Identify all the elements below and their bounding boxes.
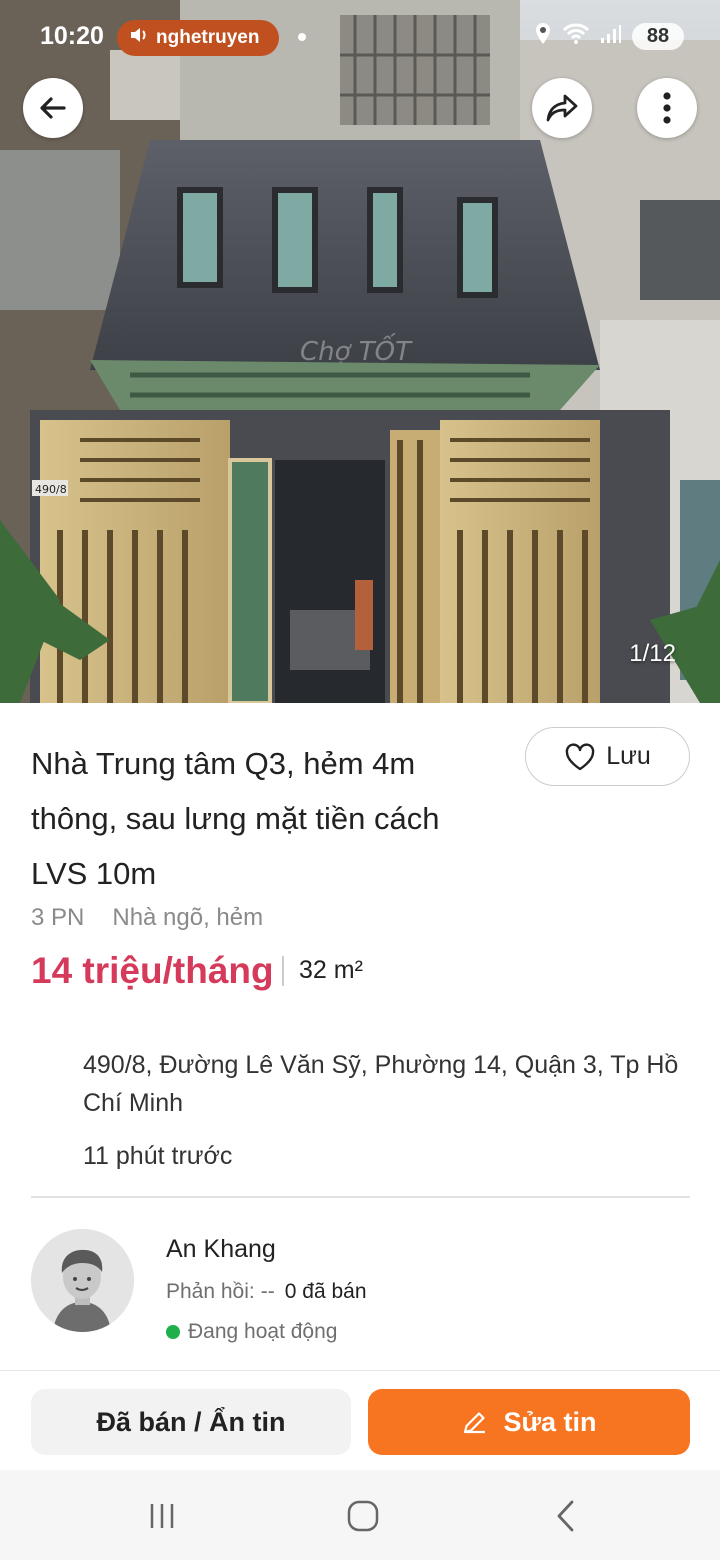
recents-icon — [150, 1504, 174, 1528]
user-avatar-icon — [31, 1229, 134, 1332]
recent-apps-button[interactable] — [142, 1498, 182, 1534]
house-number-plate: 490/8 — [35, 483, 67, 496]
edit-label: Sửa tin — [503, 1406, 597, 1437]
price: 14 triệu/tháng — [31, 950, 274, 991]
sold-count: 0 đã bán — [284, 1280, 367, 1303]
media-app-name: nghetruyen — [156, 27, 260, 48]
pencil-icon — [464, 1412, 486, 1434]
back-button[interactable] — [23, 78, 83, 138]
back-nav-button[interactable] — [546, 1498, 586, 1534]
location-icon — [534, 22, 552, 51]
title-line: thông, sau lưng mặt tiền cách — [31, 801, 440, 836]
share-icon — [546, 94, 578, 122]
address-line: 490/8, Đường Lê Văn Sỹ, Phường 14, Quận … — [83, 1051, 679, 1079]
home-icon — [347, 1500, 379, 1532]
title-line: LVS 10m — [31, 856, 157, 891]
more-vertical-icon — [663, 92, 671, 124]
media-indicator[interactable]: nghetruyen — [117, 20, 279, 56]
chevron-left-icon — [557, 1500, 574, 1532]
battery-indicator: 88 — [632, 23, 684, 50]
save-button[interactable]: Lưu — [525, 727, 690, 786]
save-label: Lưu — [606, 742, 651, 770]
more-options-button[interactable] — [637, 78, 697, 138]
wifi-icon — [562, 23, 590, 50]
seller-name[interactable]: An Khang — [166, 1235, 276, 1264]
status-icons: 88 — [534, 22, 684, 51]
house-photo: Chợ TỐT 490/8 — [0, 0, 720, 703]
hide-listing-button[interactable]: Đã bán / Ẩn tin — [31, 1389, 351, 1455]
signal-icon — [600, 24, 622, 49]
share-button[interactable] — [532, 78, 592, 138]
watermark-text: Chợ TỐT — [300, 332, 413, 367]
address-line: Chí Minh — [83, 1089, 184, 1117]
status-text: Đang hoạt động — [188, 1320, 338, 1343]
speaker-icon — [129, 26, 149, 50]
notification-dot-icon — [298, 33, 306, 41]
system-nav-bar — [0, 1470, 720, 1560]
address[interactable]: 490/8, Đường Lê Văn Sỹ, Phường 14, Quận … — [83, 1046, 693, 1122]
edit-listing-button[interactable]: Sửa tin — [368, 1389, 690, 1455]
area: 32 m² — [299, 956, 363, 984]
home-button[interactable] — [343, 1498, 383, 1534]
arrow-left-icon — [40, 97, 66, 119]
divider — [31, 1196, 690, 1198]
image-counter: 1/12 — [629, 640, 676, 667]
status-bar: 10:20 nghetruyen 88 — [0, 0, 720, 70]
response-value: -- — [260, 1280, 275, 1303]
action-bar: Đã bán / Ẩn tin Sửa tin — [0, 1370, 720, 1470]
response-label: Phản hồi: — [166, 1280, 255, 1303]
bedrooms: 3 PN — [31, 904, 85, 931]
property-type: Nhà ngõ, hẻm — [112, 904, 264, 931]
posted-time: 11 phút trước — [83, 1142, 233, 1170]
seller-status: Đang hoạt động — [166, 1320, 337, 1344]
heart-icon — [565, 742, 595, 770]
status-time: 10:20 — [40, 22, 104, 50]
avatar[interactable] — [31, 1229, 134, 1332]
listing-meta: 3 PN Nhà ngõ, hẻm — [31, 904, 263, 932]
listing-photo[interactable]: Chợ TỐT 490/8 10:20 nghetruyen 88 1/12 — [0, 0, 720, 703]
listing-title: Nhà Trung tâm Q3, hẻm 4m thông, sau lưng… — [31, 736, 501, 901]
online-status-icon — [166, 1325, 180, 1339]
seller-stats: Phản hồi: -- 0 đã bán — [166, 1280, 367, 1304]
title-line: Nhà Trung tâm Q3, hẻm 4m — [31, 746, 416, 781]
divider — [282, 956, 284, 986]
